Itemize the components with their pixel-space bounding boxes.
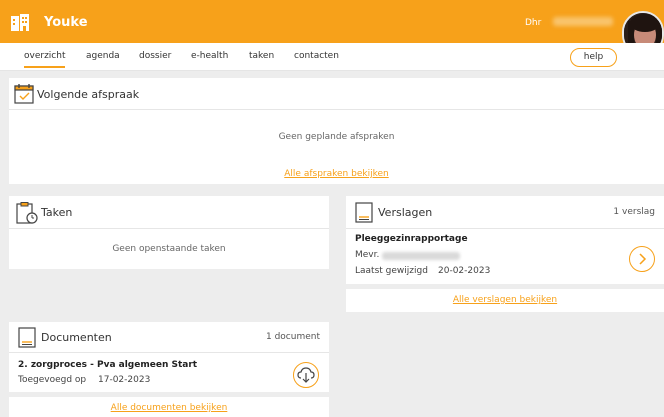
open-report-button[interactable] [629, 246, 655, 272]
tab-e-health[interactable]: e-health [191, 51, 228, 61]
document-count: 1 document [266, 332, 320, 342]
empty-appointments: Geen geplande afspraken [278, 132, 395, 142]
report-icon [355, 202, 373, 223]
download-document-button[interactable] [293, 362, 319, 388]
user-salutation[interactable]: Dhr [525, 18, 541, 28]
report-modified-date: 20-02-2023 [438, 266, 491, 276]
calendar-icon [14, 84, 34, 104]
chevron-right-icon [639, 253, 647, 265]
app-name[interactable]: Youke [44, 15, 88, 30]
all-appointments-link[interactable]: Alle afspraken bekijken [9, 169, 664, 179]
report-modified-label: Laatst gewijzigd [355, 266, 428, 276]
help-button[interactable]: help [570, 48, 617, 67]
card-header: Verslagen 1 verslag [346, 196, 664, 229]
document-title[interactable]: 2. zorgproces - Pva algemeen Start [18, 360, 197, 370]
report-client-prefix: Mevr. [355, 250, 380, 260]
card-header: Documenten 1 document [9, 322, 329, 353]
tab-contacten[interactable]: contacten [294, 51, 339, 61]
all-documents-link[interactable]: Alle documenten bekijken [9, 403, 329, 413]
reports-footer: Alle verslagen bekijken [346, 289, 664, 312]
main-nav: overzicht agenda dossier e-health taken … [0, 43, 664, 71]
card-tasks: Taken Geen openstaande taken [9, 196, 329, 269]
card-title: Volgende afspraak [37, 88, 140, 101]
document-added-label: Toegevoegd op [18, 375, 87, 385]
clipboard-clock-icon [16, 202, 38, 224]
tab-taken[interactable]: taken [249, 51, 274, 61]
card-documents: Documenten 1 document 2. zorgproces - Pv… [9, 322, 329, 392]
tab-agenda[interactable]: agenda [86, 51, 120, 61]
card-header: Volgende afspraak [9, 78, 664, 110]
report-count: 1 verslag [613, 207, 655, 217]
card-title: Verslagen [378, 206, 433, 219]
documents-footer: Alle documenten bekijken [9, 397, 329, 417]
card-title: Documenten [41, 331, 112, 344]
card-reports: Verslagen 1 verslag Pleeggezinrapportage… [346, 196, 664, 284]
card-header: Taken [9, 196, 329, 229]
top-bar: Youke Dhr [0, 0, 664, 56]
client-name-redacted [382, 252, 460, 260]
report-title[interactable]: Pleeggezinrapportage [355, 234, 468, 244]
card-next-appointment: Volgende afspraak Geen geplande afsprake… [9, 78, 664, 184]
building-icon [11, 14, 29, 31]
user-name-redacted[interactable] [553, 17, 613, 26]
card-title: Taken [41, 206, 73, 219]
document-icon [18, 327, 36, 348]
tab-overzicht[interactable]: overzicht [24, 51, 66, 68]
empty-tasks: Geen openstaande taken [112, 244, 226, 254]
all-reports-link[interactable]: Alle verslagen bekijken [346, 295, 664, 305]
document-added-date: 17-02-2023 [98, 375, 151, 385]
download-cloud-icon [297, 367, 315, 383]
tab-dossier[interactable]: dossier [139, 51, 171, 61]
